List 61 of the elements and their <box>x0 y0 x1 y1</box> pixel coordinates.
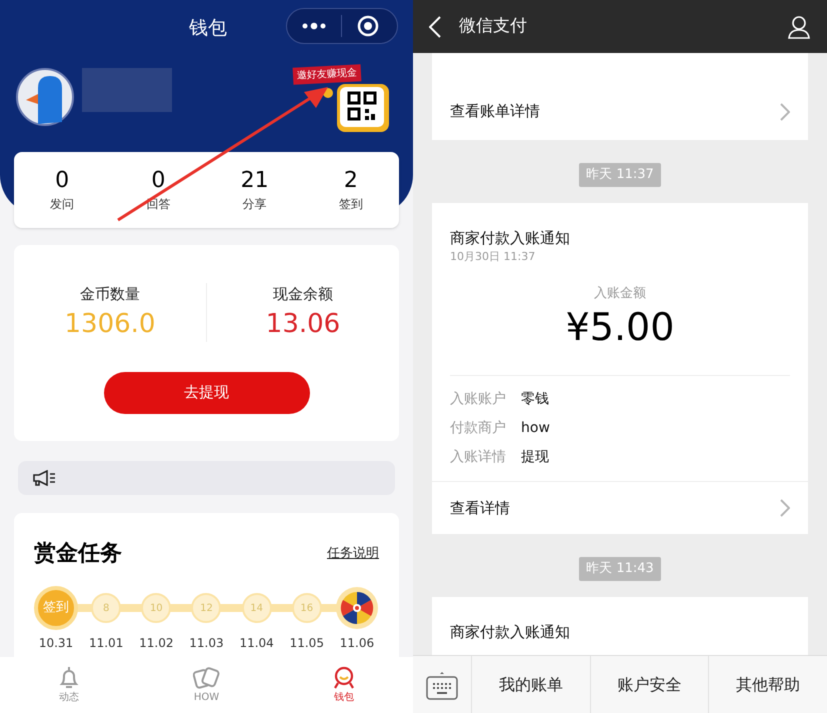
stat-label: 签到 <box>338 196 363 213</box>
row-value: 零钱 <box>521 390 549 409</box>
row-label: 付款商户 <box>450 419 507 438</box>
close-target-icon[interactable] <box>357 15 379 37</box>
step-date: 11.06 <box>340 635 374 652</box>
task-title: 赏金任务 <box>34 540 122 568</box>
step-date: 11.01 <box>88 635 124 652</box>
message-title: 商家付款入账通知 <box>450 622 571 642</box>
bill-card[interactable]: 查看账单详情 <box>432 53 808 140</box>
tab[interactable]: 动态 <box>0 666 138 704</box>
time-pill: 昨天 11:43 <box>579 557 661 580</box>
cards-icon <box>192 666 220 690</box>
step-date: 10.31 <box>38 635 74 652</box>
header-title: 微信支付 <box>459 14 527 38</box>
bell-icon <box>58 666 80 690</box>
avatar <box>16 68 74 126</box>
chevron-right-icon <box>780 102 790 120</box>
stat-value: 21 <box>240 167 269 195</box>
bill-link: 查看账单详情 <box>450 101 540 122</box>
amount-value: ¥5.00 <box>566 304 674 351</box>
message-date: 10月30日 11:37 <box>450 249 536 265</box>
tab[interactable]: HOW <box>138 666 276 704</box>
stat-label: 分享 <box>242 196 267 213</box>
step-date: 11.05 <box>290 635 324 652</box>
invite-banner: 邀好友赚现金 <box>292 64 362 85</box>
task-rules-link[interactable]: 任务说明 <box>327 544 379 564</box>
step-date: 11.03 <box>189 635 224 652</box>
stat-value: 0 <box>151 167 166 195</box>
menu-button[interactable]: 我的账单 <box>472 656 591 713</box>
message-title: 商家付款入账通知 <box>450 228 571 248</box>
row-label: 入账详情 <box>450 448 507 467</box>
row-value: how <box>521 419 550 438</box>
row-label: 入账账户 <box>450 390 507 409</box>
step-date: 11.04 <box>239 635 274 652</box>
balance-label: 现金余额 <box>273 284 333 305</box>
stat-value: 2 <box>344 167 358 195</box>
details-link: 查看详情 <box>450 498 510 519</box>
keyboard-icon[interactable] <box>426 670 458 700</box>
menu-button[interactable]: 账户安全 <box>590 656 710 713</box>
menu-button[interactable]: 其他帮助 <box>709 656 827 713</box>
page-title: 钱包 <box>189 16 227 41</box>
stat-value: 0 <box>55 167 70 195</box>
person-icon[interactable] <box>787 14 811 38</box>
invite-qr-badge[interactable]: 邀好友赚现金 <box>293 60 393 140</box>
tab[interactable]: 钱包 <box>275 666 413 704</box>
details-link-row[interactable]: 查看详情 <box>432 482 808 534</box>
chevron-right-icon <box>780 499 790 517</box>
withdraw-button[interactable]: 去提现 <box>104 372 310 414</box>
more-icon[interactable] <box>302 22 326 30</box>
balance-label: 金币数量 <box>80 284 140 305</box>
stat-label: 发问 <box>50 196 74 213</box>
smiley-person-icon <box>332 666 356 690</box>
amount-label: 入账金额 <box>594 284 646 302</box>
prize-wheel-icon[interactable] <box>334 586 379 630</box>
balance-value: 1306.0 <box>64 308 156 340</box>
megaphone-icon <box>32 470 58 486</box>
back-icon[interactable] <box>429 16 441 38</box>
step-date: 11.02 <box>139 635 174 652</box>
time-pill: 昨天 11:37 <box>579 163 661 186</box>
balance-value: 13.06 <box>266 308 340 340</box>
row-value: 提现 <box>521 448 549 467</box>
